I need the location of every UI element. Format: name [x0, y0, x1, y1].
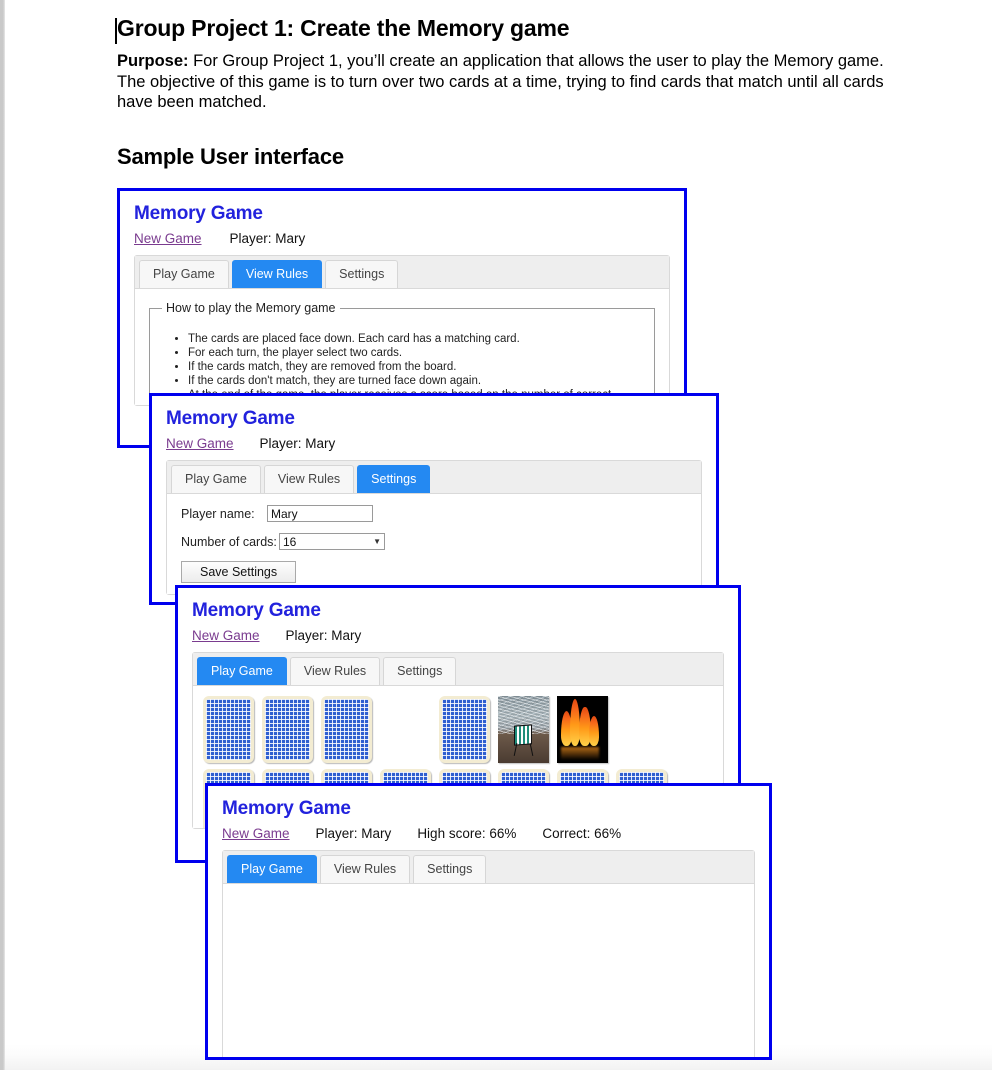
memory-card-slot [498, 696, 557, 769]
memory-card-slot [262, 696, 321, 769]
chevron-down-icon: ▼ [373, 537, 381, 546]
rules-list: The cards are placed face down. Each car… [160, 333, 644, 402]
new-game-link[interactable]: New Game [222, 826, 290, 841]
tab-container: Play Game View Rules Settings Player nam… [166, 460, 702, 595]
text-cursor [115, 18, 117, 44]
tab-view-rules[interactable]: View Rules [263, 465, 355, 493]
memory-card-removed [380, 696, 431, 763]
high-score-status: High score: 66% [417, 826, 517, 841]
purpose-paragraph: Purpose: For Group Project 1, you’ll cre… [117, 51, 887, 113]
memory-card-face-down[interactable] [262, 696, 313, 763]
tab-strip: Play Game View Rules Settings [223, 851, 754, 884]
tab-strip: Play Game View Rules Settings [135, 256, 669, 289]
flame-reflection [561, 746, 599, 761]
tab-settings[interactable]: Settings [325, 260, 399, 288]
document-body: Group Project 1: Create the Memory game … [115, 14, 907, 170]
flame-shape [588, 716, 599, 746]
app-title: Memory Game [134, 203, 263, 224]
rule-item: If the cards match, they are removed fro… [188, 361, 644, 374]
player-status: Player: Mary [229, 231, 306, 246]
tab-play-game[interactable]: Play Game [139, 260, 229, 288]
memory-card-slot [321, 696, 380, 769]
memory-card-slot [616, 696, 675, 769]
rule-item: If the cards don't match, they are turne… [188, 375, 644, 388]
chair-leg [529, 742, 534, 757]
tab-settings[interactable]: Settings [383, 657, 457, 685]
memory-card-slot [557, 696, 616, 769]
tab-play-game[interactable]: Play Game [227, 855, 317, 883]
number-of-cards-select[interactable]: 16 ▼ [279, 533, 385, 550]
tab-settings[interactable]: Settings [357, 465, 431, 493]
app-title: Memory Game [192, 600, 321, 621]
player-name-label: Player name: [181, 506, 255, 521]
tab-view-rules[interactable]: View Rules [319, 855, 411, 883]
memory-card-face-down[interactable] [203, 696, 254, 763]
memory-card-beach-image[interactable] [498, 696, 549, 763]
player-name-row: Player name: [181, 505, 687, 522]
number-of-cards-row: Number of cards: 16 ▼ [181, 533, 687, 550]
page-gutter [0, 0, 5, 1070]
purpose-text: For Group Project 1, you’ll create an ap… [117, 52, 884, 111]
app-status-bar: New Game Player: Mary High score: 66% Co… [222, 826, 755, 841]
rule-item: For each turn, the player select two car… [188, 347, 644, 360]
new-game-link[interactable]: New Game [166, 436, 234, 451]
save-settings-button[interactable]: Save Settings [181, 561, 297, 583]
tab-container: Play Game View Rules Settings How to pla… [134, 255, 670, 410]
memory-card-removed [616, 696, 667, 763]
new-game-link[interactable]: New Game [192, 628, 260, 643]
rule-item: The cards are placed face down. Each car… [188, 333, 644, 346]
app-status-bar: New Game Player: Mary [134, 231, 670, 246]
app-status-bar: New Game Player: Mary [166, 436, 702, 451]
number-of-cards-value: 16 [283, 534, 297, 549]
tab-settings[interactable]: Settings [413, 855, 487, 883]
new-game-link[interactable]: New Game [134, 231, 202, 246]
memory-card-slot [439, 696, 498, 769]
app-window-game-complete: Memory Game New Game Player: Mary High s… [205, 783, 772, 1060]
tab-view-rules[interactable]: View Rules [231, 260, 323, 288]
app-window-settings: Memory Game New Game Player: Mary Play G… [149, 393, 719, 605]
player-status: Player: Mary [285, 628, 362, 643]
tab-panel-settings: Player name: Number of cards: 16 ▼ Save … [167, 494, 701, 594]
rules-legend: How to play the Memory game [166, 301, 336, 315]
number-of-cards-label: Number of cards: [181, 534, 277, 549]
memory-card-fire-image[interactable] [557, 696, 608, 763]
tab-play-game[interactable]: Play Game [171, 465, 261, 493]
memory-card-face-down[interactable] [321, 696, 372, 763]
app-status-bar: New Game Player: Mary [192, 628, 724, 643]
player-status: Player: Mary [315, 826, 392, 841]
tab-strip: Play Game View Rules Settings [193, 653, 723, 686]
memory-card-face-down[interactable] [439, 696, 490, 763]
app-title: Memory Game [222, 798, 351, 819]
correct-status: Correct: 66% [542, 826, 622, 841]
tab-container: Play Game View Rules Settings [222, 850, 755, 1057]
player-status: Player: Mary [259, 436, 336, 451]
tab-view-rules[interactable]: View Rules [289, 657, 381, 685]
app-title: Memory Game [166, 408, 295, 429]
tab-panel-view-rules: How to play the Memory game The cards ar… [135, 289, 669, 410]
memory-card-slot [203, 696, 262, 769]
page-title: Group Project 1: Create the Memory game [117, 15, 570, 41]
section-heading-sample-ui: Sample User interface [117, 143, 344, 169]
tab-panel-play-game [223, 884, 754, 1057]
purpose-label: Purpose: [117, 52, 189, 70]
memory-card-slot [380, 696, 439, 769]
tab-play-game[interactable]: Play Game [197, 657, 287, 685]
player-name-field[interactable] [267, 505, 373, 522]
tab-strip: Play Game View Rules Settings [167, 461, 701, 494]
